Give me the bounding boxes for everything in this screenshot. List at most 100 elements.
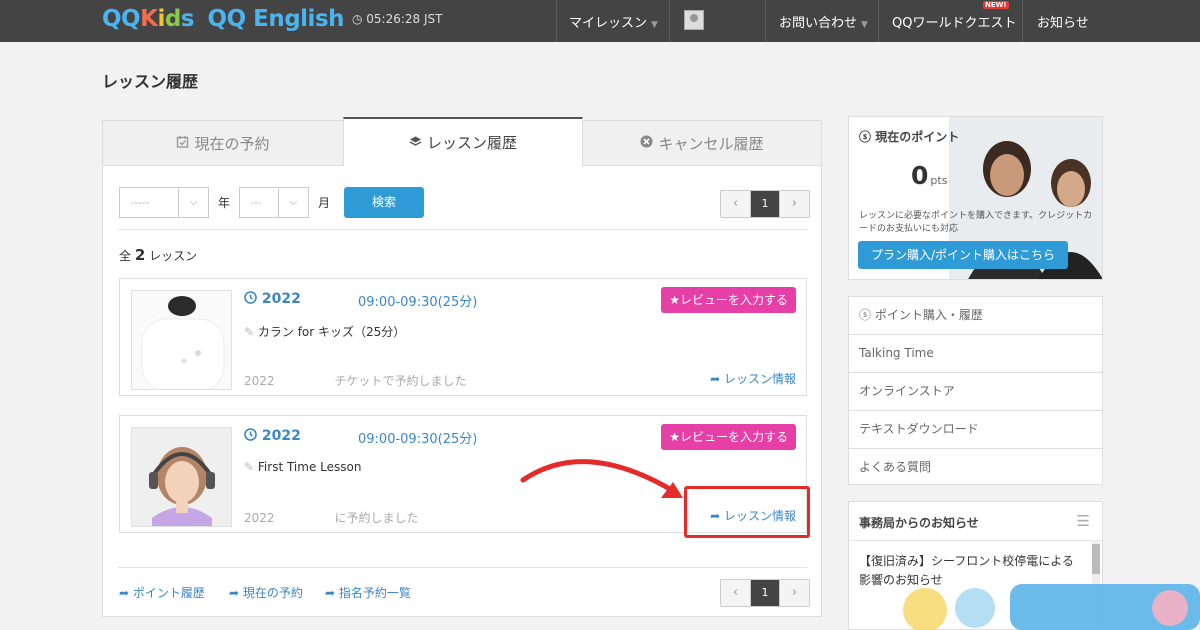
points-description: レッスンに必要なポイントを購入できます。クレジットカードのお支払いにも対応 (859, 211, 1093, 234)
footer-link-label: 指名予約一覧 (338, 586, 411, 600)
aq-chat-watermark (903, 584, 1200, 630)
lesson-time: 09:00-09:30(25分) (358, 295, 478, 310)
nav-news[interactable]: お知らせ (1037, 12, 1089, 31)
side-menu-item-talking-time[interactable]: Talking Time (849, 335, 1102, 373)
points-unit: pts (930, 174, 948, 187)
points-title: ⓢ 現在のポイント (859, 128, 959, 145)
total-count: 2 (134, 246, 146, 264)
share-arrow-icon: ➦ (119, 586, 130, 600)
stack-icon (409, 134, 422, 152)
clock-icon (244, 291, 257, 304)
pencil-icon: ✎ (244, 460, 255, 474)
x-circle-icon (640, 134, 653, 152)
tab-current-reservations[interactable]: 現在の予約 (103, 121, 343, 166)
list-icon: ☰ (1076, 512, 1090, 530)
nav-divider (669, 0, 670, 42)
nav-my-lesson-label: マイレッスン (569, 16, 648, 31)
footer-link-nomination-list[interactable]: ➦ 指名予約一覧 (325, 584, 411, 601)
page-number-button[interactable]: 1 (750, 191, 780, 217)
prev-page-button[interactable]: ‹ (721, 191, 750, 217)
tab-cancel-history[interactable]: キャンセル履歴 (583, 121, 821, 166)
review-button[interactable]: ★レビューを入力する (661, 287, 796, 313)
nav-divider (556, 0, 557, 42)
new-badge: NEW! (983, 1, 1009, 9)
lesson-total: 全 2 レッスン (119, 246, 197, 264)
lesson-time: 09:00-09:30(25分) (358, 432, 478, 447)
lesson-info-link[interactable]: ➦ レッスン情報 (710, 370, 796, 387)
lesson-card: 2022 09:00-09:30(25分) ✎ カラン for キッズ（25分）… (119, 278, 807, 396)
note-date: 2022 (244, 374, 275, 388)
nav-contact[interactable]: お問い合わせ ▼ (779, 12, 868, 31)
highlight-box (684, 486, 810, 538)
total-suffix: レッスン (149, 249, 198, 263)
note-text: チケットで予約しました (334, 374, 467, 388)
nav-world-quest[interactable]: QQワールドクエスト (892, 12, 1016, 31)
side-menu-item-faq[interactable]: よくある質問 (849, 449, 1102, 487)
nav-divider (765, 0, 766, 42)
footer-link-points-history[interactable]: ➦ ポイント履歴 (119, 584, 205, 601)
month-select[interactable]: --- ⌵ (239, 187, 309, 218)
next-page-button[interactable]: › (780, 191, 809, 217)
pagination-bottom: ‹ 1 › (720, 579, 810, 607)
top-navbar: QQKids QQ English ◷ 05:26:28 JST マイレッスン ▼… (0, 0, 1200, 42)
tab-current-reservations-label: 現在の予約 (194, 134, 270, 153)
side-menu-item-online-store[interactable]: オンラインストア (849, 373, 1102, 411)
year-select-value: ----- (130, 196, 150, 209)
tab-bar: 現在の予約 レッスン履歴 キャンセル履歴 (103, 117, 821, 166)
page-number-button[interactable]: 1 (750, 580, 780, 606)
tab-lesson-history-label: レッスン履歴 (426, 134, 517, 152)
lesson-course: ✎ カラン for キッズ（25分） (244, 323, 405, 340)
logo-i: i (157, 6, 165, 32)
total-prefix: 全 (119, 249, 132, 263)
logo-k: K (140, 6, 158, 32)
side-menu-item-points[interactable]: ⓢ ポイント購入・履歴 (849, 297, 1102, 335)
qq-kids-qq-english-logo[interactable]: QQKids QQ English (102, 6, 345, 32)
reservation-note: 2022 チケットで予約しました (244, 372, 467, 389)
side-menu: ⓢ ポイント購入・履歴 Talking Time オンラインストア テキストダウ… (848, 296, 1103, 485)
nav-my-lesson[interactable]: マイレッスン ▼ (569, 12, 658, 31)
review-button[interactable]: ★レビューを入力する (661, 424, 796, 450)
footer-link-label: ポイント履歴 (132, 586, 205, 600)
logo-qq-text: QQ (102, 6, 141, 32)
next-page-button[interactable]: › (780, 580, 809, 606)
points-panel: ⓢ 現在のポイント 0 pts レッスンに必要なポイントを購入できます。クレジット… (848, 116, 1103, 280)
coin-icon: ⓢ (859, 130, 872, 144)
points-title-text: 現在のポイント (875, 130, 960, 144)
month-select-value: --- (250, 196, 262, 209)
tab-cancel-history-label: キャンセル履歴 (658, 134, 764, 153)
nav-divider (1022, 0, 1023, 42)
chevron-down-icon: ▼ (651, 20, 658, 30)
year-label: 年 (218, 196, 231, 210)
share-arrow-icon: ➦ (710, 372, 721, 386)
buy-plan-button[interactable]: プラン購入/ポイント購入はこちら (858, 241, 1068, 269)
lesson-info-label: レッスン情報 (723, 372, 796, 386)
chevron-down-icon: ▼ (861, 20, 868, 30)
lesson-course: ✎ First Time Lesson (244, 460, 361, 474)
side-menu-item-text-download[interactable]: テキストダウンロード (849, 411, 1102, 449)
review-button-label: レビューを入力する (679, 293, 788, 307)
points-value: 0 pts (911, 161, 947, 190)
footer-link-current-reservations[interactable]: ➦ 現在の予約 (229, 584, 303, 601)
coin-icon: ⓢ (859, 308, 872, 322)
chevron-down-icon: ⌵ (178, 188, 208, 217)
logo-s: s (180, 6, 195, 32)
review-button-label: レビューを入力する (679, 430, 788, 444)
prev-page-button[interactable]: ‹ (721, 580, 750, 606)
page-title: レッスン履歴 (102, 72, 199, 91)
year-select[interactable]: ----- ⌵ (119, 187, 209, 218)
lesson-history-panel: 現在の予約 レッスン履歴 キャンセル履歴 ----- ⌵ 年 --- ⌵ 月 検… (102, 117, 822, 617)
note-date: 2022 (244, 511, 275, 525)
teacher-photo[interactable] (131, 290, 232, 390)
user-avatar[interactable] (684, 10, 704, 30)
lesson-course-text: First Time Lesson (257, 460, 362, 474)
redacted (274, 511, 335, 526)
tab-lesson-history[interactable]: レッスン履歴 (343, 117, 583, 166)
share-arrow-icon: ➦ (229, 586, 240, 600)
clock-icon (244, 428, 257, 441)
teacher-photo[interactable] (131, 427, 232, 527)
lesson-date: 2022 (244, 291, 301, 307)
chevron-down-icon: ⌵ (278, 188, 308, 217)
news-title: 事務局からのお知らせ (859, 516, 979, 530)
divider (118, 567, 807, 568)
search-button[interactable]: 検索 (344, 187, 424, 218)
